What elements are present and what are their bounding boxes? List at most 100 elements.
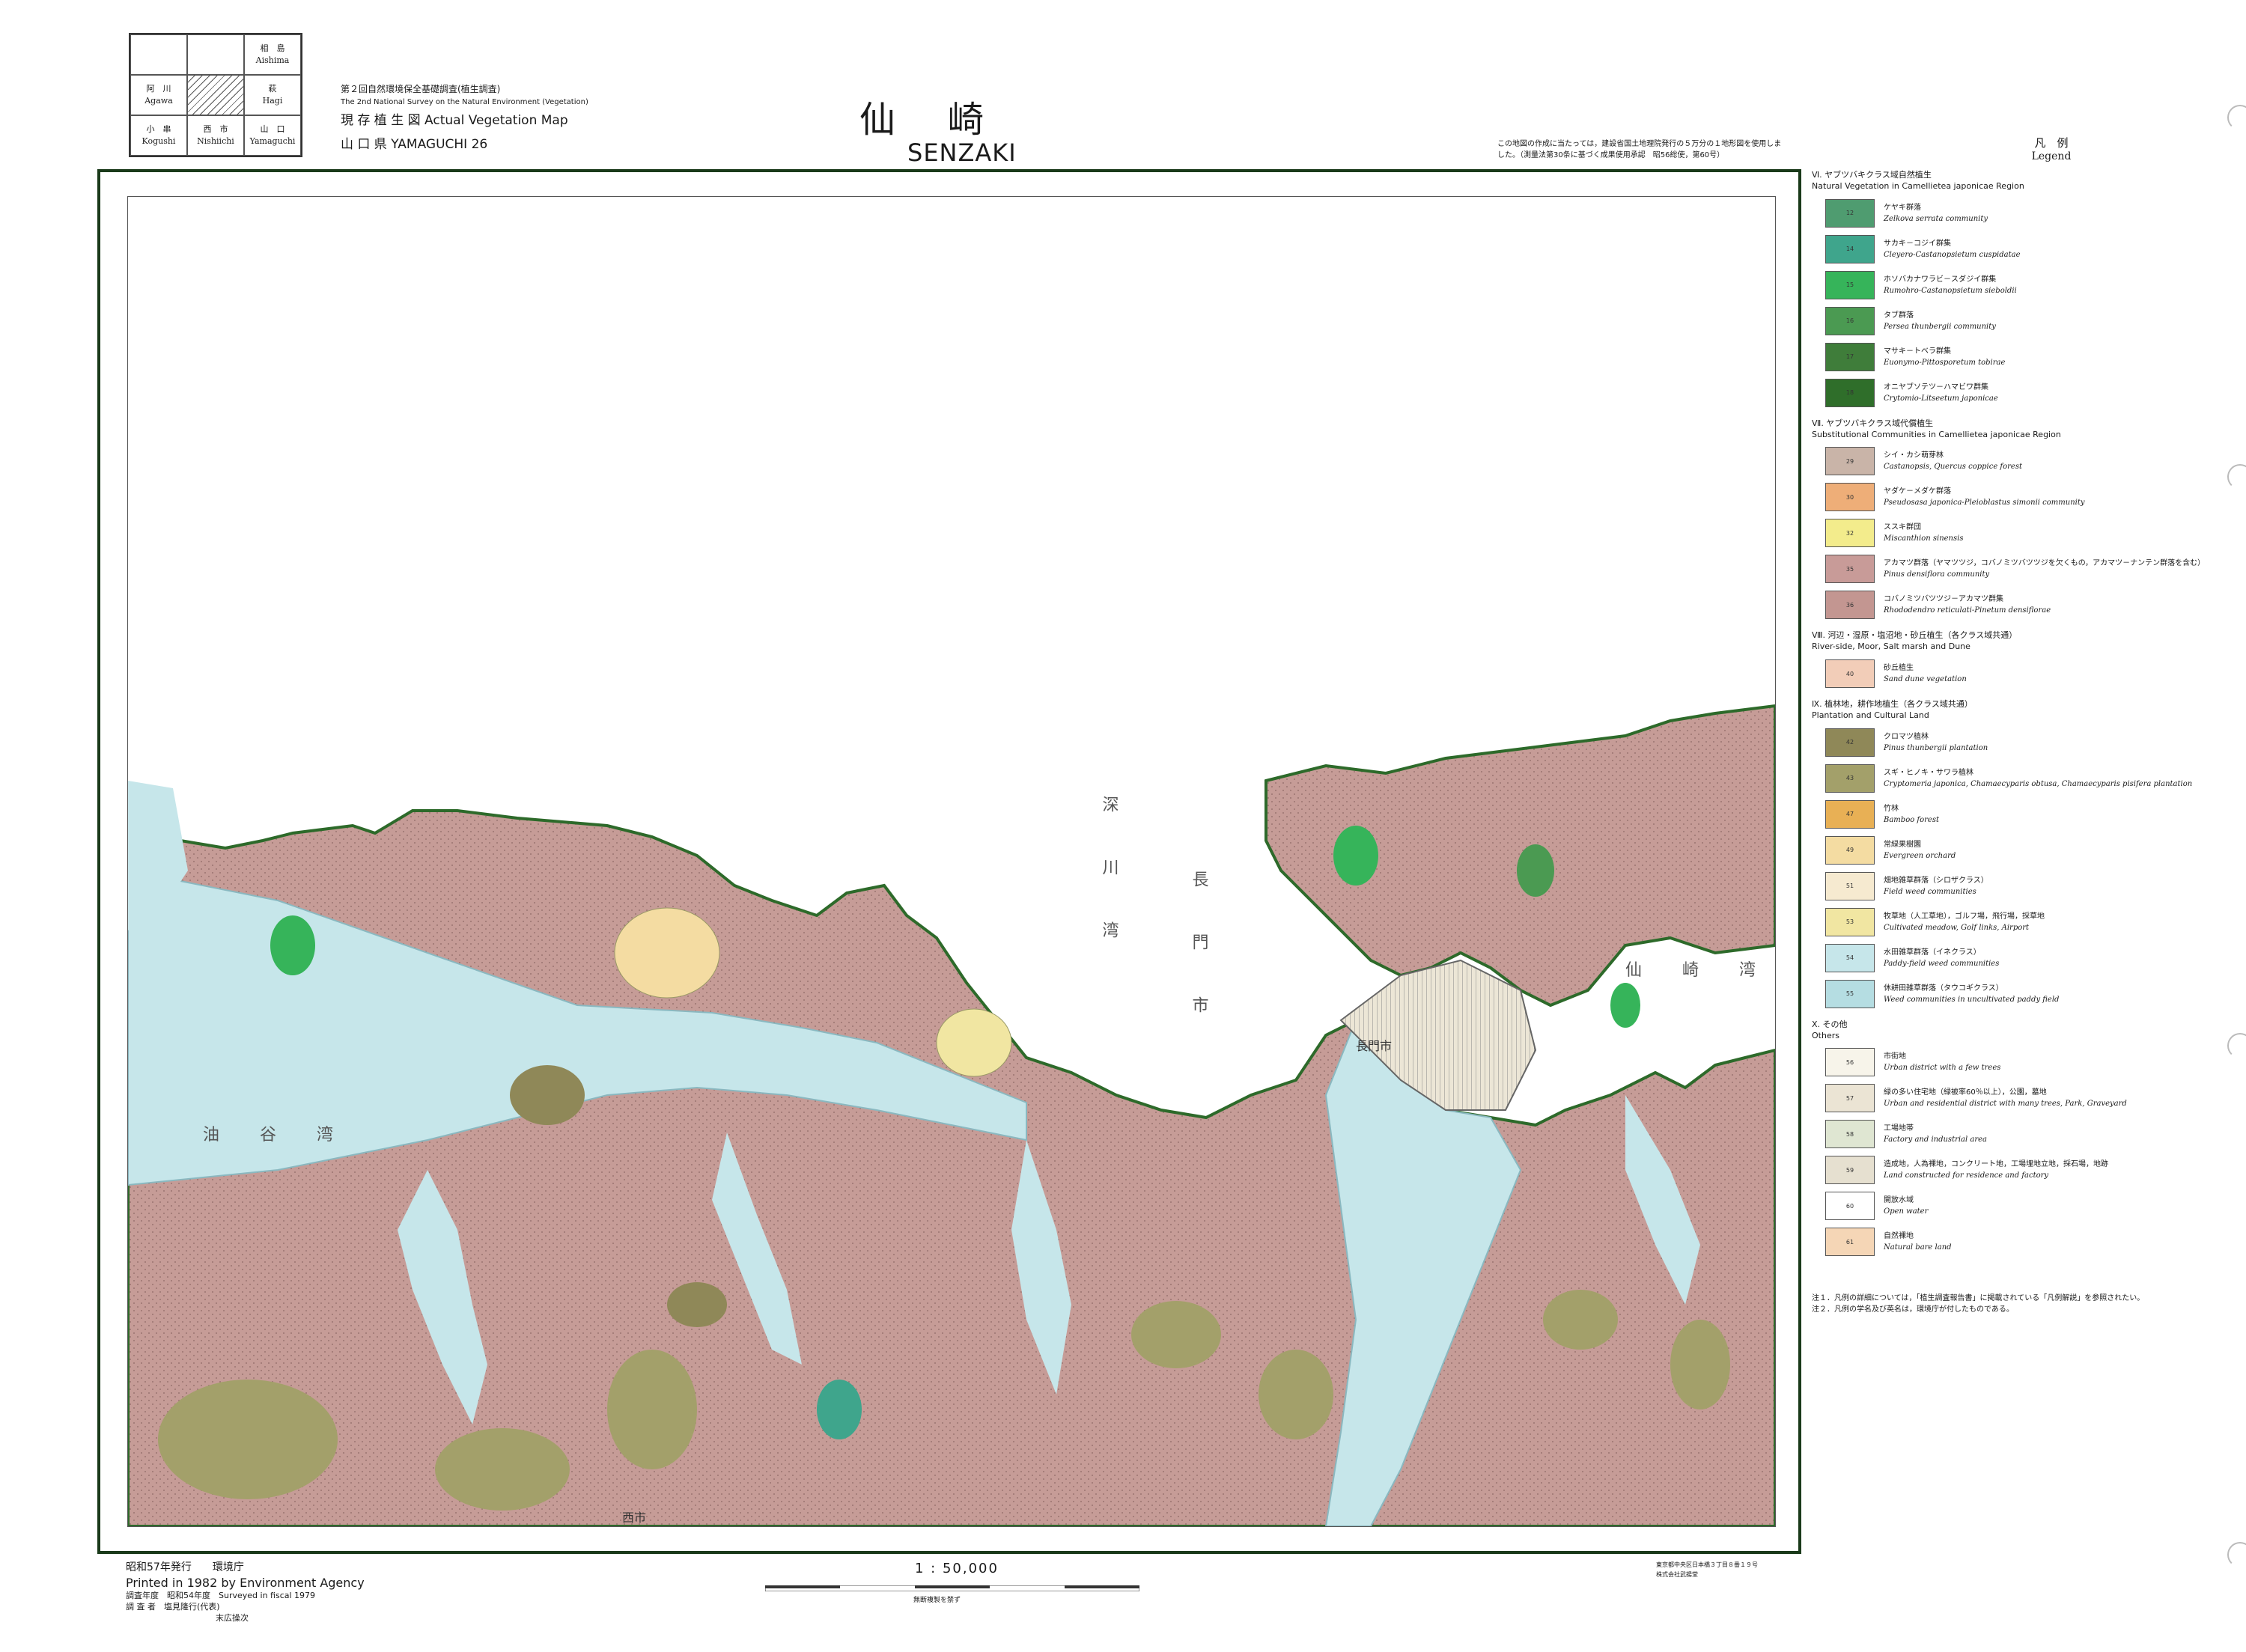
legend-groups: Ⅵ. ヤブツバキクラス域自然植生 Natural Vegetation in Ca… [1812,170,2231,1260]
legend-swatch: 59 [1825,1156,1875,1185]
legend-swatch: 55 [1825,979,1875,1008]
legend-label-en: Weed communities in uncultivated paddy f… [1884,995,2060,1004]
punch-hole-mark [2227,1542,2246,1567]
legend-label-jp: ケヤキ群落 [1884,203,1921,212]
legend-item: 15 ホソバカナワラビ－スダジイ群集 Rumohro-Castanopsietum … [1812,267,2231,303]
legend-item: 59 造成地，人為裸地，コンクリート地，工場埋地立地，採石場，地跡 Land con… [1812,1152,2231,1188]
legend-label: 造成地，人為裸地，コンクリート地，工場埋地立地，採石場，地跡 Land const… [1884,1159,2108,1181]
legend-label: 牧草地（人工草地），ゴルフ場，飛行場，採草地 Cultivated meadow,… [1884,911,2045,933]
index-cell-agawa: 阿 川 Agawa [130,75,187,115]
legend-label-jp: ヤダケ－メダケ群落 [1884,487,1951,496]
legend-label-jp: 休耕田雑草群落（タウコギクラス） [1884,984,2003,993]
legend-item: 17 マサキ－トベラ群集 Euonymo-Pittosporetum tobirae [1812,339,2231,375]
natural-forest-patch [1610,983,1640,1028]
legend-swatch: 29 [1825,447,1875,476]
legend-label-en: Bamboo forest [1884,815,1939,824]
index-cell [130,34,187,75]
issue-jp: 昭和57年発行 環境庁 [126,1561,244,1573]
legend-label-en: Miscanthion sinensis [1884,534,1964,543]
surveyor-2: 末広操次 [216,1613,249,1624]
legend-swatch: 58 [1825,1120,1875,1149]
legend-label-en: Open water [1884,1207,1929,1216]
water-label: 深 川 湾 [1100,796,1119,953]
legend-swatch: 16 [1825,306,1875,335]
map-type-jp: 現 存 植 生 図 [341,113,421,129]
printer-address: 東京都中央区日本橋３丁目８番１９号 [1656,1561,1758,1568]
legend-label-jp: 工場地帯 [1884,1124,1914,1133]
survey-title-jp: 第２回自然環境保全基礎調査(植生調査) [341,84,501,94]
plantation-patch [1131,1301,1221,1368]
legend-swatch: 42 [1825,728,1875,757]
legend-label-jp: 常緑果樹園 [1884,840,1921,849]
legend-label: 水田雑草群落（イネクラス） Paddy-field weed communitie… [1884,947,1999,969]
legend-label: ススキ群団 Miscanthion sinensis [1884,522,1963,544]
legend-item: 35 アカマツ群落（ヤマツツジ，コバノミツバツツジを欠くもの，アカマツ－ナンテン群… [1812,551,2231,587]
legend-label: スギ・ヒノキ・サワラ植林 Cryptomeria japonica, Chamae… [1884,767,2192,790]
legend-label-jp: シイ・カシ萌芽林 [1884,451,1944,460]
legend-label: ケヤキ群落 Zelkova serrata community [1884,202,1988,225]
vegetation-map: 深 川 湾 長 門 市 仙 崎 湾 油 谷 湾 長門市 西市 [127,196,1776,1527]
legend-item: 16 タブ群落 Persea thunbergii community [1812,303,2231,339]
legend-item: 53 牧草地（人工草地），ゴルフ場，飛行場，採草地 Cultivated meado… [1812,904,2231,940]
water-label: 長 門 市 [1190,871,1208,1028]
legend-item: 30 ヤダケ－メダケ群落 Pseudosasa japonica-Pleioblas… [1812,479,2231,515]
legend-item: 57 緑の多い住宅地（緑被率60％以上），公園，墓地 Urban and resid… [1812,1080,2231,1116]
legend-label-jp: アカマツ群落（ヤマツツジ，コバノミツバツツジを欠くもの，アカマツ－ナンテン群落を… [1884,559,2206,568]
legend-group-heading-jp: Ⅵ. ヤブツバキクラス域自然植生 [1812,170,1932,180]
legend-label: 竹林 Bamboo forest [1884,803,1939,826]
legend-label: 市街地 Urban district with a few trees [1884,1051,2000,1073]
plantation-patch [667,1282,727,1327]
legend-group-heading-jp: Ⅶ. ヤブツバキクラス域代償植生 [1812,418,1934,428]
scale-bar [765,1585,1139,1591]
legend-swatch: 17 [1825,342,1875,371]
legend-label: 自然裸地 Natural bare land [1884,1231,1952,1253]
legend-label-en: Paddy-field weed communities [1884,959,2000,968]
legend-swatch: 32 [1825,519,1875,548]
legend-item: 14 サカキ－コジイ群集 Cleyero-Castanopsietum cuspid… [1812,231,2231,267]
legend-label-en: Cleyero-Castanopsietum cuspidatae [1884,250,2021,259]
legend-label-jp: 牧草地（人工草地），ゴルフ場，飛行場，採草地 [1884,912,2045,921]
legend-swatch: 51 [1825,871,1875,900]
legend-group-heading: Ⅸ. 植林地，耕作地植生（各クラス域共通） Plantation and Cult… [1812,699,2231,722]
legend-item: 54 水田雑草群落（イネクラス） Paddy-field weed communit… [1812,940,2231,976]
legend-label-en: Natural bare land [1884,1243,1952,1252]
legend-swatch: 43 [1825,763,1875,793]
plantation-patch [607,1350,697,1469]
issue-en: Printed in 1982 by Environment Agency [126,1575,365,1590]
legend-label: ホソバカナワラビ－スダジイ群集 Rumohro-Castanopsietum si… [1884,274,2017,296]
legend-label-en: Land constructed for residence and facto… [1884,1171,2049,1180]
legend-item: 18 オニヤブソテツ－ハマビワ群集 Crytomio-Litseetum japon… [1812,375,2231,411]
printer-name: 株式会社武揚堂 [1656,1570,1698,1578]
legend-swatch: 47 [1825,799,1875,829]
legend-label-jp: タブ群落 [1884,311,1914,320]
legend-label: タブ群落 Persea thunbergii community [1884,310,1996,332]
legend-label-en: Zelkova serrata community [1884,214,1988,223]
legend-label-en: Factory and industrial area [1884,1136,1988,1144]
legend-group-heading-jp: Ⅷ. 河辺・湿原・塩沼地・砂丘植生（各クラス域共通） [1812,630,2018,641]
natural-forest-patch [270,915,315,975]
town-label: 長門市 [1356,1039,1392,1053]
natural-forest-patch [1517,844,1554,897]
water-label: 仙 崎 湾 [1625,961,1768,980]
legend-item: 43 スギ・ヒノキ・サワラ植林 Cryptomeria japonica, Cham… [1812,761,2231,796]
natural-forest-patch [817,1380,862,1439]
legend-label-en: Urban district with a few trees [1884,1064,2001,1073]
legend-label-en: Sand dune vegetation [1884,675,1967,684]
legend-label: 開放水域 Open water [1884,1195,1928,1217]
legend-label-jp: マサキ－トベラ群集 [1884,347,1951,356]
legend-label-jp: ススキ群団 [1884,523,1921,532]
punch-hole-mark [2227,105,2246,130]
legend-label: ヤダケ－メダケ群落 Pseudosasa japonica-Pleioblastu… [1884,486,2085,508]
orchard-patch [614,907,720,999]
legend-label-jp: オニヤブソテツ－ハマビワ群集 [1884,382,1988,391]
legend-label: 工場地帯 Factory and industrial area [1884,1123,1987,1145]
legend-label-en: Castanopsis, Quercus coppice forest [1884,463,2022,472]
legend-label-jp: 開放水域 [1884,1196,1914,1205]
legend-label-jp: 市街地 [1884,1052,1906,1061]
legend-label: サカキ－コジイ群集 Cleyero-Castanopsietum cuspidat… [1884,238,2021,260]
legend-note: 注１．凡例の詳細については，「植生調査報告書」に掲載されている「凡例解説」を参照… [1812,1294,2145,1303]
legend-item: 61 自然裸地 Natural bare land [1812,1224,2231,1260]
legend-label: マサキ－トベラ群集 Euonymo-Pittosporetum tobirae [1884,346,2005,368]
legend-swatch: 54 [1825,943,1875,972]
legend-group-heading: Ⅷ. 河辺・湿原・塩沼地・砂丘植生（各クラス域共通） River-side, Mo… [1812,630,2231,653]
